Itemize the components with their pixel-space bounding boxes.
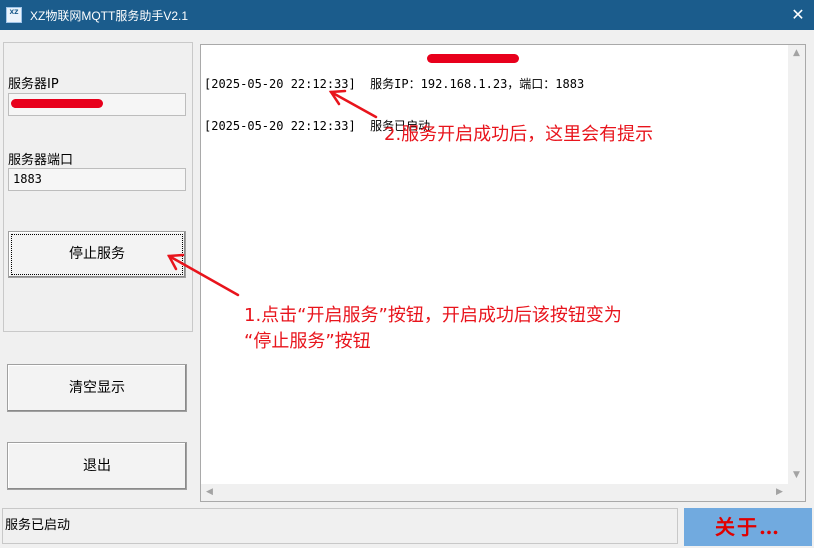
status-bar: 服务已启动 xyxy=(2,508,678,544)
arrow-to-log xyxy=(329,90,378,119)
annotation-arrows xyxy=(166,89,378,297)
about-button[interactable]: 关于… xyxy=(684,508,812,546)
arrow-to-button xyxy=(167,254,240,297)
